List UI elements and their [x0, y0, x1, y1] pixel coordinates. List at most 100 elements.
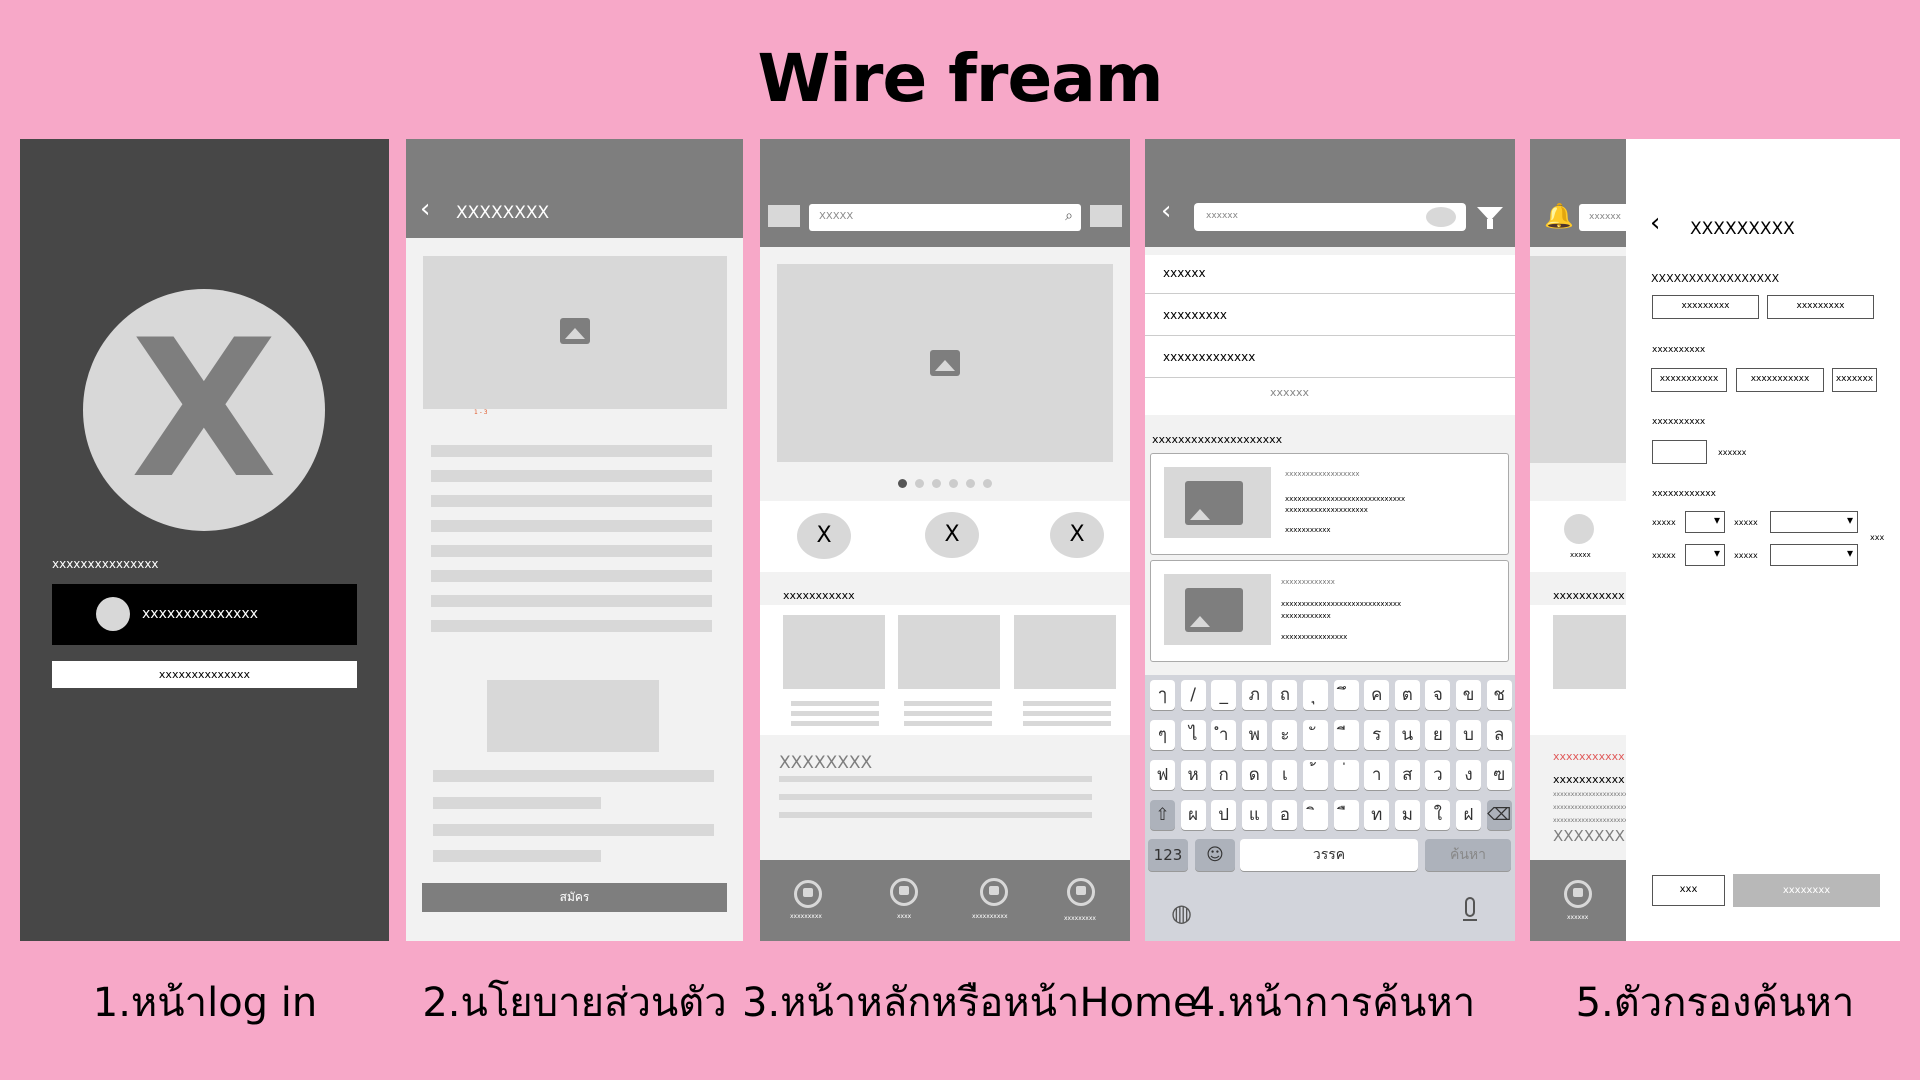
keyboard-key[interactable]: ึ	[1333, 680, 1359, 710]
cart-icon[interactable]	[1090, 205, 1122, 227]
keyboard-key[interactable]: ม	[1394, 800, 1420, 830]
keyboard-key[interactable]: ะ	[1272, 720, 1298, 750]
filter-option[interactable]: xxxxxxxxx	[1652, 295, 1759, 319]
keyboard-key[interactable]: ไ	[1180, 720, 1206, 750]
search-input[interactable]: xxxxxx	[1194, 203, 1466, 231]
apply-button[interactable]: xxxxxxxx	[1733, 874, 1880, 907]
keyboard-key[interactable]: ร	[1364, 720, 1390, 750]
product-card[interactable]	[1014, 615, 1116, 689]
globe-icon[interactable]: ◍	[1171, 899, 1192, 927]
keyboard-key[interactable]: ส	[1394, 760, 1420, 790]
keyboard-key[interactable]: ล	[1486, 720, 1512, 750]
keyboard-key[interactable]: ำ	[1211, 720, 1237, 750]
keyboard-key[interactable]: ฃ	[1486, 760, 1512, 790]
category-circle[interactable]: X	[1050, 512, 1104, 558]
keyboard-key[interactable]: ้	[1303, 760, 1328, 790]
keyboard-key[interactable]: _	[1211, 680, 1237, 710]
suggestion-item[interactable]: xxxxxxxxx	[1163, 308, 1227, 322]
login-primary-button[interactable]: xxxxxxxxxxxxxx	[52, 584, 357, 645]
profile-nav-icon[interactable]	[1067, 878, 1095, 906]
keyboard-key[interactable]: ื	[1333, 800, 1359, 830]
search-input[interactable]: XXXXX ⌕	[809, 204, 1081, 231]
keyboard-key[interactable]: อ	[1272, 800, 1298, 830]
home-carousel[interactable]	[777, 264, 1113, 462]
login-secondary-button[interactable]: xxxxxxxxxxxxxx	[52, 661, 357, 688]
keyboard-key[interactable]: ด	[1241, 760, 1267, 790]
filter-option[interactable]: xxxxxxxxx	[1767, 295, 1874, 319]
keyboard-key[interactable]: ฝ	[1456, 800, 1481, 830]
back-chevron-icon[interactable]: ‹	[1650, 208, 1660, 238]
backdrop-nav-icon[interactable]	[1564, 880, 1592, 908]
keyboard-key[interactable]: ต	[1394, 680, 1420, 710]
filter-input[interactable]	[1652, 440, 1707, 464]
nav-icon[interactable]	[980, 878, 1008, 906]
emoji-icon[interactable]: ☺	[1195, 839, 1235, 871]
keyboard-key[interactable]: ิ	[1303, 800, 1328, 830]
clear-icon[interactable]	[1426, 207, 1456, 227]
keyboard-key[interactable]: ใ	[1425, 800, 1451, 830]
result-card[interactable]: xxxxxxxxxxxxxxxxxx xxxxxxxxxxxxxxxxxxxxx…	[1150, 453, 1509, 555]
keyboard-key[interactable]: /	[1180, 680, 1206, 710]
keyboard-key[interactable]: น	[1394, 720, 1420, 750]
keyboard-key[interactable]: ช	[1486, 680, 1512, 710]
nav-icon[interactable]	[890, 878, 918, 906]
filter-option[interactable]: xxxxxxx	[1832, 368, 1877, 392]
carousel-dots[interactable]	[898, 479, 998, 489]
dropdown[interactable]	[1685, 544, 1725, 566]
dropdown[interactable]	[1685, 511, 1725, 533]
key-space[interactable]: วรรค	[1240, 839, 1418, 871]
keyboard-key[interactable]: ผ	[1180, 800, 1206, 830]
back-chevron-icon[interactable]: ‹	[1161, 196, 1171, 226]
keyboard-key[interactable]: ฟ	[1150, 760, 1175, 790]
back-chevron-icon[interactable]: ‹	[420, 194, 430, 224]
search-icon[interactable]: ⌕	[1065, 208, 1073, 224]
category-circle[interactable]: X	[797, 513, 851, 559]
menu-icon[interactable]	[768, 205, 800, 227]
keyboard-key[interactable]: ว	[1425, 760, 1451, 790]
keyboard-key[interactable]: ๅ	[1150, 680, 1175, 710]
keyboard-key[interactable]: ค	[1364, 680, 1390, 710]
keyboard-key[interactable]: ่	[1333, 760, 1359, 790]
keyboard-key[interactable]: ห	[1180, 760, 1206, 790]
keyboard-key[interactable]: ถ	[1272, 680, 1298, 710]
keyboard-key[interactable]: ย	[1425, 720, 1451, 750]
keyboard-key[interactable]: ั	[1303, 720, 1328, 750]
keyboard-key[interactable]: พ	[1241, 720, 1267, 750]
cancel-button[interactable]: xxx	[1652, 875, 1725, 906]
keyboard-key[interactable]: ข	[1456, 680, 1481, 710]
microphone-icon[interactable]	[1465, 897, 1475, 917]
backdrop-category-circle[interactable]	[1564, 514, 1594, 544]
keyboard-key[interactable]: ป	[1211, 800, 1237, 830]
text-line	[431, 570, 712, 582]
suggestion-item[interactable]: xxxxxxxxxxxxx	[1163, 350, 1255, 364]
product-card[interactable]	[898, 615, 1000, 689]
keyboard-key[interactable]: จ	[1425, 680, 1451, 710]
product-card[interactable]	[783, 615, 885, 689]
keyboard-key[interactable]: ุ	[1303, 680, 1328, 710]
dropdown[interactable]	[1770, 544, 1858, 566]
keyboard-key[interactable]: ภ	[1241, 680, 1267, 710]
keyboard-key[interactable]: ท	[1364, 800, 1390, 830]
key-search[interactable]: ค้นหา	[1425, 839, 1511, 871]
dropdown[interactable]	[1770, 511, 1858, 533]
filter-option[interactable]: xxxxxxxxxxx	[1736, 368, 1824, 392]
keyboard-key[interactable]: ⌫	[1486, 800, 1512, 830]
keyboard-key[interactable]: ⇧	[1150, 800, 1175, 830]
keyboard-key[interactable]: เ	[1272, 760, 1298, 790]
more-suggestions[interactable]: xxxxxx	[1270, 386, 1309, 399]
category-circle[interactable]: X	[925, 512, 979, 558]
key-123[interactable]: 123	[1148, 839, 1188, 871]
keyboard-key[interactable]: ๆ	[1150, 720, 1175, 750]
keyboard-key[interactable]: บ	[1456, 720, 1481, 750]
filter-option[interactable]: xxxxxxxxxxx	[1651, 368, 1727, 392]
keyboard-key[interactable]: ก	[1211, 760, 1237, 790]
signup-button[interactable]: สมัคร	[422, 883, 727, 912]
home-nav-icon[interactable]	[794, 880, 822, 908]
result-card[interactable]: xxxxxxxxxxxxx xxxxxxxxxxxxxxxxxxxxxxxxxx…	[1150, 560, 1509, 662]
keyboard-key[interactable]: แ	[1241, 800, 1267, 830]
keyboard-key[interactable]: ี	[1333, 720, 1359, 750]
suggestion-item[interactable]: xxxxxx	[1163, 266, 1206, 280]
keyboard-key[interactable]: ง	[1456, 760, 1481, 790]
keyboard-key[interactable]: า	[1364, 760, 1390, 790]
bell-icon[interactable]: 🔔	[1544, 202, 1574, 230]
